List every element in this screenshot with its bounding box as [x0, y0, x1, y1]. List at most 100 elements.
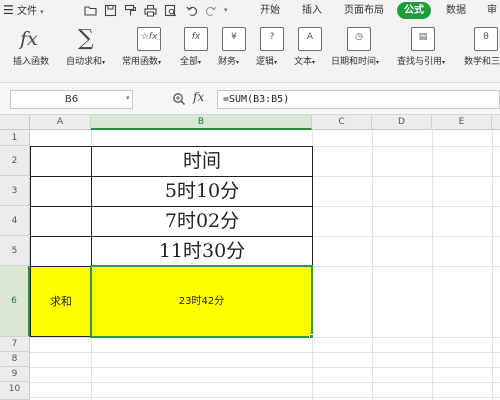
- gridline: [492, 130, 493, 400]
- column-header-f[interactable]: [492, 115, 500, 130]
- finance-label: 财务▾: [218, 57, 240, 67]
- finance-button[interactable]: ¥ 财务▾: [216, 21, 254, 83]
- math-trig-button[interactable]: θ 数学和三: [460, 21, 500, 83]
- gridline: [30, 397, 500, 398]
- date-time-button[interactable]: ◷ 日期和时间▾: [330, 21, 388, 83]
- chevron-down-icon[interactable]: ▾: [126, 94, 130, 102]
- common-function-icon: ☆fx: [137, 27, 161, 51]
- math-theta-icon: θ: [474, 27, 498, 51]
- lookup-reference-button[interactable]: ▤ 查找与引用▾: [394, 21, 452, 83]
- cell-a2[interactable]: [30, 146, 92, 177]
- file-menu[interactable]: ☰ 文件 ▾: [3, 0, 44, 21]
- gridline: [372, 130, 373, 400]
- chevron-down-icon: ▾: [442, 59, 446, 66]
- gridline: [30, 367, 500, 368]
- gridline: [432, 130, 433, 400]
- tab-data[interactable]: 数据: [446, 0, 466, 21]
- print-icon[interactable]: [144, 4, 157, 17]
- cell-b4[interactable]: 7时02分: [91, 206, 313, 237]
- format-painter-icon[interactable]: [124, 4, 137, 17]
- spreadsheet-grid[interactable]: A B C D E 1 2 3 4 5 6 7 8 9 10 时间 5时10分 …: [0, 115, 500, 400]
- menu-icon[interactable]: ☰: [3, 3, 14, 17]
- row-header-6[interactable]: 6: [0, 266, 30, 337]
- all-functions-label: 全部▾: [180, 57, 202, 67]
- gridline: [30, 352, 500, 353]
- logic-button[interactable]: ? 逻辑▾: [254, 21, 292, 83]
- cell-a5[interactable]: [30, 236, 92, 267]
- tab-formula[interactable]: 公式: [397, 2, 431, 19]
- row-header-1[interactable]: 1: [0, 130, 30, 146]
- all-functions-button[interactable]: fx 全部▾: [178, 21, 216, 83]
- column-header-d[interactable]: D: [372, 115, 432, 130]
- formula-input[interactable]: =SUM(B3:B5): [217, 90, 500, 109]
- chevron-down-icon: ▾: [236, 59, 240, 66]
- formula-bar: B6 ▾ fx =SUM(B3:B5): [0, 83, 500, 115]
- text-a-icon: A: [298, 27, 322, 51]
- redo-icon[interactable]: [204, 4, 217, 17]
- chevron-down-icon: ▾: [198, 59, 202, 66]
- chevron-down-icon: ▾: [102, 59, 106, 66]
- autosum-label: 自动求和▾: [66, 57, 106, 67]
- column-header-e[interactable]: E: [432, 115, 492, 130]
- row-header-3[interactable]: 3: [0, 176, 30, 206]
- row-header-4[interactable]: 4: [0, 206, 30, 236]
- column-header-a[interactable]: A: [30, 115, 91, 130]
- chevron-down-icon: ▾: [312, 59, 316, 66]
- logic-label: 逻辑▾: [256, 57, 278, 67]
- save-icon[interactable]: [104, 4, 117, 17]
- lookup-reference-label: 查找与引用▾: [397, 57, 446, 67]
- magnifier-icon[interactable]: [172, 92, 186, 106]
- cell-a3[interactable]: [30, 176, 92, 207]
- ribbon-formula: fx 插入函数 ∑ 自动求和▾ ☆fx 常用函数▾ fx 全部▾ ¥ 财务▾ ?…: [0, 21, 500, 83]
- row-header-10[interactable]: 10: [0, 382, 30, 400]
- file-menu-label: 文件: [16, 6, 37, 17]
- cell-a6[interactable]: 求和: [30, 266, 92, 337]
- cell-b5[interactable]: 11时30分: [91, 236, 313, 267]
- cell-b2[interactable]: 时间: [91, 146, 313, 177]
- sigma-icon: ∑: [78, 26, 94, 51]
- tab-page-layout[interactable]: 页面布局: [344, 0, 384, 21]
- more-dropdown-icon[interactable]: ▾: [224, 0, 228, 21]
- tab-home[interactable]: 开始: [260, 0, 280, 21]
- fx-icon[interactable]: fx: [193, 90, 204, 104]
- row-header-7[interactable]: 7: [0, 337, 30, 352]
- math-trig-label: 数学和三: [464, 57, 500, 67]
- undo-icon[interactable]: [186, 4, 199, 17]
- text-label: 文本▾: [294, 57, 316, 67]
- chevron-down-icon: ▾: [274, 59, 278, 66]
- tab-insert[interactable]: 插入: [302, 0, 322, 21]
- autosum-button[interactable]: ∑ 自动求和▾: [62, 21, 118, 83]
- select-all-corner[interactable]: [0, 115, 30, 130]
- open-folder-icon[interactable]: [84, 4, 97, 17]
- chevron-down-icon: ▾: [40, 8, 44, 16]
- finance-book-icon: ¥: [222, 27, 246, 51]
- text-button[interactable]: A 文本▾: [292, 21, 330, 83]
- fill-handle[interactable]: [309, 334, 314, 339]
- column-header-c[interactable]: C: [312, 115, 372, 130]
- chevron-down-icon: ▾: [158, 59, 162, 66]
- cell-b6-selected[interactable]: 23时42分: [90, 265, 313, 338]
- logic-question-icon: ?: [260, 27, 284, 51]
- common-functions-button[interactable]: ☆fx 常用函数▾: [120, 21, 176, 83]
- common-functions-label: 常用函数▾: [122, 57, 162, 67]
- cell-a4[interactable]: [30, 206, 92, 237]
- menu-bar: ☰ 文件 ▾ ▾ 开始 插入 页面布局 公式 数据 审: [0, 0, 500, 21]
- name-box[interactable]: B6: [10, 90, 133, 109]
- gridline: [30, 382, 500, 383]
- row-header-8[interactable]: 8: [0, 352, 30, 367]
- insert-function-button[interactable]: fx 插入函数: [0, 21, 58, 83]
- row-header-9[interactable]: 9: [0, 367, 30, 382]
- lookup-book-icon: ▤: [411, 27, 435, 51]
- chevron-down-icon: ▾: [376, 59, 380, 66]
- insert-function-label: 插入函数: [13, 57, 50, 67]
- clock-icon: ◷: [347, 27, 371, 51]
- row-header-2[interactable]: 2: [0, 146, 30, 176]
- tab-review[interactable]: 审: [487, 0, 497, 21]
- column-header-b[interactable]: B: [91, 115, 312, 130]
- date-time-label: 日期和时间▾: [331, 57, 380, 67]
- cell-b3[interactable]: 5时10分: [91, 176, 313, 207]
- all-functions-icon: fx: [184, 27, 208, 51]
- fx-icon: fx: [20, 28, 38, 50]
- row-header-5[interactable]: 5: [0, 236, 30, 266]
- print-preview-icon[interactable]: [164, 4, 177, 17]
